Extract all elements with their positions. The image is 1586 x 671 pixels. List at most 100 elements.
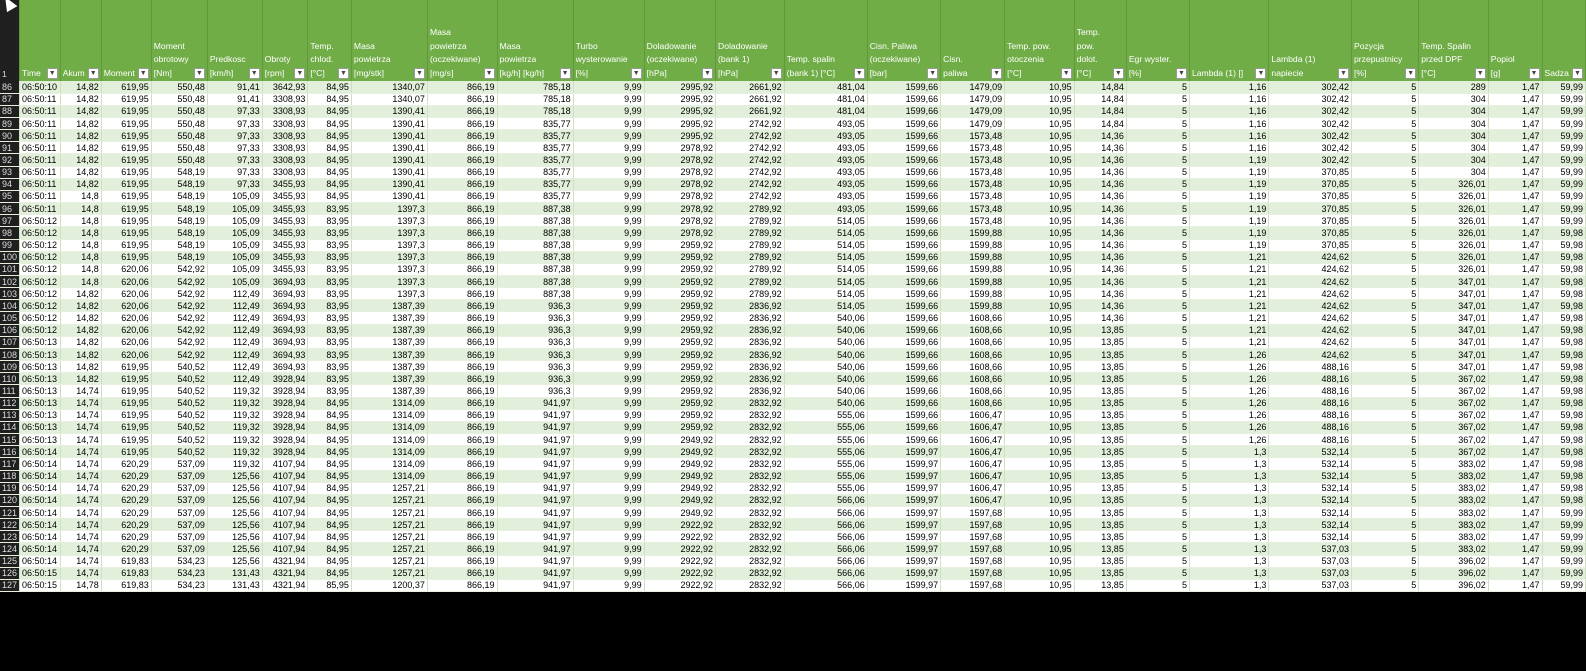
table-cell[interactable]: 112,49	[207, 348, 263, 362]
table-cell[interactable]: 2832,92	[715, 579, 785, 593]
table-cell[interactable]: 1257,21	[351, 542, 428, 556]
table-cell[interactable]: 866,19	[427, 166, 498, 179]
table-cell[interactable]: 2832,92	[715, 457, 785, 471]
table-cell[interactable]: 2959,92	[644, 263, 716, 277]
table-cell[interactable]: 1,47	[1488, 129, 1543, 143]
table-cell[interactable]: 866,19	[427, 372, 498, 386]
table-cell[interactable]: 619,95	[101, 93, 152, 106]
table-cell[interactable]: 06:50:14	[19, 518, 61, 532]
table-cell[interactable]: 488,16	[1268, 372, 1352, 386]
table-cell[interactable]: 1257,21	[351, 494, 428, 507]
table-cell[interactable]: 540,52	[151, 384, 208, 398]
table-cell[interactable]: 347,01	[1418, 311, 1489, 325]
table-cell[interactable]: 5	[1126, 81, 1190, 94]
table-cell[interactable]: 785,18	[497, 81, 574, 94]
table-cell[interactable]: 1,3	[1189, 482, 1270, 495]
table-cell[interactable]: 5	[1126, 530, 1190, 544]
table-cell[interactable]: 1,26	[1189, 409, 1270, 422]
table-cell[interactable]: 1387,39	[351, 311, 428, 325]
column-header[interactable]: Moment ▼	[101, 0, 152, 81]
table-cell[interactable]: 424,62	[1268, 263, 1352, 277]
table-cell[interactable]: 1,26	[1189, 397, 1270, 410]
table-cell[interactable]: 1257,21	[351, 518, 428, 532]
table-cell[interactable]: 06:50:13	[19, 360, 61, 374]
table-cell[interactable]: 2789,92	[715, 239, 785, 252]
table-cell[interactable]: 1599,66	[867, 117, 942, 131]
filter-dropdown-icon[interactable]: ▼	[1528, 68, 1540, 79]
table-cell[interactable]: 59,98	[1542, 360, 1586, 374]
table-cell[interactable]: 105,09	[207, 239, 263, 252]
table-cell[interactable]: 1,47	[1488, 470, 1543, 483]
table-cell[interactable]: 13,85	[1074, 555, 1127, 568]
table-cell[interactable]: 2949,92	[644, 482, 716, 495]
table-cell[interactable]: 5	[1126, 178, 1190, 191]
table-cell[interactable]: 302,42	[1268, 129, 1352, 143]
table-cell[interactable]: 84,95	[307, 433, 352, 447]
table-cell[interactable]: 1,3	[1189, 518, 1270, 532]
table-cell[interactable]: 1390,41	[351, 117, 428, 131]
table-cell[interactable]: 2978,92	[644, 226, 716, 240]
table-cell[interactable]: 14,36	[1074, 178, 1127, 191]
table-cell[interactable]: 2789,92	[715, 251, 785, 264]
table-cell[interactable]: 1387,39	[351, 299, 428, 313]
table-cell[interactable]: 06:50:15	[19, 567, 61, 580]
table-cell[interactable]: 9,99	[573, 494, 645, 507]
table-cell[interactable]: 1599,88	[940, 299, 1006, 313]
table-cell[interactable]: 4321,94	[262, 555, 309, 568]
table-cell[interactable]: 1479,09	[940, 105, 1006, 118]
table-cell[interactable]: 1599,66	[867, 299, 942, 313]
table-cell[interactable]: 1,47	[1488, 166, 1543, 179]
table-cell[interactable]: 383,02	[1418, 470, 1489, 483]
table-cell[interactable]: 2959,92	[644, 251, 716, 264]
table-cell[interactable]: 9,99	[573, 421, 645, 435]
table-cell[interactable]: 532,14	[1268, 482, 1352, 495]
table-cell[interactable]: 13,85	[1074, 506, 1127, 520]
table-cell[interactable]: 532,14	[1268, 506, 1352, 520]
table-cell[interactable]: 5	[1126, 287, 1190, 301]
table-cell[interactable]: 59,99	[1542, 202, 1586, 216]
table-cell[interactable]: 1599,66	[867, 190, 942, 204]
table-cell[interactable]: 1599,66	[867, 397, 942, 410]
table-cell[interactable]: 3642,93	[262, 81, 309, 94]
table-cell[interactable]: 14,8	[60, 214, 102, 228]
table-cell[interactable]: 1,47	[1488, 542, 1543, 556]
table-cell[interactable]: 5	[1351, 555, 1420, 568]
table-cell[interactable]: 4107,94	[262, 506, 309, 520]
table-cell[interactable]: 887,38	[497, 214, 574, 228]
table-cell[interactable]: 06:50:14	[19, 482, 61, 495]
table-cell[interactable]: 835,77	[497, 190, 574, 204]
table-cell[interactable]: 1,19	[1189, 190, 1270, 204]
table-cell[interactable]: 06:50:14	[19, 542, 61, 556]
table-cell[interactable]: 1573,48	[940, 153, 1006, 167]
table-cell[interactable]: 91,41	[207, 81, 263, 94]
table-cell[interactable]: 5	[1126, 397, 1190, 410]
table-cell[interactable]: 4107,94	[262, 530, 309, 544]
filter-dropdown-icon[interactable]: ▼	[46, 68, 58, 79]
table-cell[interactable]: 1608,66	[940, 311, 1006, 325]
table-cell[interactable]: 10,95	[1004, 530, 1075, 544]
table-cell[interactable]: 5	[1126, 348, 1190, 362]
table-cell[interactable]: 514,05	[784, 226, 868, 240]
row-number[interactable]: 103	[0, 287, 21, 301]
table-cell[interactable]: 125,56	[207, 470, 263, 483]
table-cell[interactable]: 83,95	[307, 299, 352, 313]
table-cell[interactable]: 3455,93	[262, 190, 309, 204]
table-cell[interactable]: 2995,92	[644, 117, 716, 131]
table-cell[interactable]: 2922,92	[644, 579, 716, 593]
table-cell[interactable]: 14,82	[60, 153, 102, 167]
table-cell[interactable]: 367,02	[1418, 409, 1489, 422]
table-cell[interactable]: 1599,66	[867, 409, 942, 422]
table-cell[interactable]: 1,16	[1189, 105, 1270, 118]
table-cell[interactable]: 1479,09	[940, 93, 1006, 106]
table-cell[interactable]: 9,99	[573, 518, 645, 532]
table-cell[interactable]: 84,95	[307, 542, 352, 556]
table-cell[interactable]: 1,19	[1189, 226, 1270, 240]
table-cell[interactable]: 1,47	[1488, 555, 1543, 568]
table-cell[interactable]: 14,36	[1074, 287, 1127, 301]
table-cell[interactable]: 5	[1351, 397, 1420, 410]
table-cell[interactable]: 1397,3	[351, 263, 428, 277]
table-cell[interactable]: 97,33	[207, 105, 263, 118]
filter-dropdown-icon[interactable]: ▼	[630, 68, 642, 79]
table-cell[interactable]: 59,99	[1542, 542, 1586, 556]
table-cell[interactable]: 866,19	[427, 299, 498, 313]
